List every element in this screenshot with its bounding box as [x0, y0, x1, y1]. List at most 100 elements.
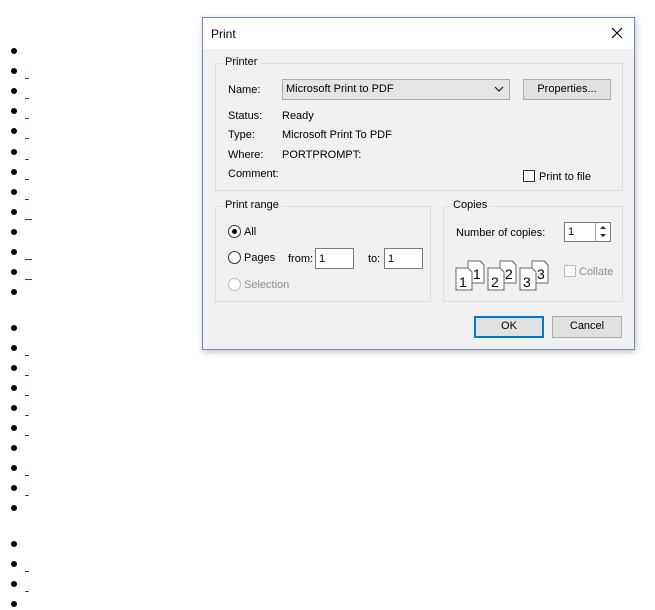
- dialog-title: Print: [211, 27, 236, 41]
- list-link[interactable]: [25, 375, 29, 376]
- status-label: Status:: [228, 110, 263, 122]
- to-input[interactable]: [385, 249, 422, 268]
- bullet: [11, 425, 17, 431]
- all-radio[interactable]: [228, 225, 241, 238]
- bullet: [11, 209, 17, 215]
- collate-page-number: 3: [537, 266, 545, 282]
- page-pair-3: 3 3: [519, 260, 549, 291]
- list-link[interactable]: [25, 259, 32, 260]
- list-link[interactable]: [25, 138, 29, 139]
- bullet: [11, 385, 17, 391]
- ok-button[interactable]: OK: [474, 316, 544, 338]
- where-label: Where:: [228, 149, 264, 161]
- bullet: [11, 505, 17, 511]
- collate-page-number: 2: [505, 266, 513, 282]
- spin-up-icon[interactable]: [596, 223, 610, 232]
- page-pair-1: 1 1: [455, 260, 485, 291]
- list-link[interactable]: [25, 395, 29, 396]
- copies-spinner[interactable]: [564, 222, 611, 242]
- bullet: [11, 48, 17, 54]
- printer-name-value: Microsoft Print to PDF: [286, 83, 394, 95]
- print-range-legend: Print range: [222, 199, 282, 211]
- to-label: to:: [368, 253, 381, 265]
- to-field[interactable]: [384, 248, 423, 269]
- list-link[interactable]: [25, 219, 32, 220]
- name-label: Name:: [228, 84, 261, 96]
- bullet: [11, 465, 17, 471]
- list-link[interactable]: [25, 179, 29, 180]
- selection-label[interactable]: Selection: [244, 279, 289, 291]
- bullet: [11, 169, 17, 175]
- list-link[interactable]: [25, 199, 29, 200]
- all-label[interactable]: All: [244, 226, 256, 238]
- comment-label: Comment:: [228, 168, 279, 180]
- printer-name-select[interactable]: Microsoft Print to PDF: [282, 79, 510, 100]
- bullet: [11, 108, 17, 114]
- list-link[interactable]: [25, 495, 29, 496]
- copies-legend: Copies: [450, 199, 491, 211]
- bullet: [11, 128, 17, 134]
- list-link[interactable]: [25, 78, 29, 79]
- copies-input[interactable]: [565, 223, 597, 241]
- printer-group: Printer Name: Microsoft Print to PDF Pro…: [215, 56, 623, 191]
- spin-down-icon[interactable]: [596, 232, 610, 241]
- list-link[interactable]: [25, 435, 29, 436]
- collate-checkbox[interactable]: [564, 265, 576, 277]
- bullet: [11, 541, 17, 547]
- bullet: [11, 405, 17, 411]
- collate-page-number: 2: [491, 274, 499, 290]
- bullet: [11, 289, 17, 295]
- list-link[interactable]: [25, 571, 29, 572]
- page-pair-2: 2 2: [487, 260, 517, 291]
- number-of-copies-label: Number of copies:: [456, 227, 546, 239]
- bullet: [11, 249, 17, 255]
- cancel-button[interactable]: Cancel: [552, 316, 622, 338]
- bullet: [11, 229, 17, 235]
- close-icon: [611, 27, 623, 39]
- type-label: Type:: [228, 129, 255, 141]
- bullet: [11, 88, 17, 94]
- bullet: [11, 345, 17, 351]
- from-input[interactable]: [316, 249, 353, 268]
- pages-radio[interactable]: [228, 251, 241, 264]
- bullet: [11, 269, 17, 275]
- collate-page-number: 1: [473, 266, 481, 282]
- collate-pages-icon: 1 1 2 2 3 3: [455, 260, 549, 291]
- list-link[interactable]: [25, 415, 29, 416]
- bullet: [11, 581, 17, 587]
- properties-button[interactable]: Properties...: [523, 79, 611, 100]
- list-link[interactable]: [25, 475, 29, 476]
- printer-legend: Printer: [222, 56, 261, 68]
- print-to-file-label[interactable]: Print to file: [539, 171, 591, 183]
- bullet: [11, 445, 17, 451]
- list-link[interactable]: [25, 159, 29, 160]
- from-field[interactable]: [315, 248, 354, 269]
- list-link[interactable]: [25, 118, 29, 119]
- collate-page-number: 3: [523, 274, 531, 290]
- print-dialog: Print Printer Name: Microsoft Print to P…: [202, 17, 635, 350]
- from-label: from:: [288, 253, 314, 265]
- title-bar[interactable]: Print: [203, 18, 634, 49]
- background-bullet-list: [0, 0, 200, 610]
- collate-label[interactable]: Collate: [579, 266, 613, 278]
- chevron-down-icon: [494, 86, 504, 92]
- selection-radio[interactable]: [228, 278, 241, 291]
- copies-group: Copies Number of copies: 1 1 1 2 2 3 3 C…: [443, 199, 623, 302]
- list-link[interactable]: [25, 355, 29, 356]
- list-link[interactable]: [25, 591, 29, 592]
- bullet: [11, 485, 17, 491]
- spinner-buttons: [595, 223, 610, 241]
- bullet: [11, 149, 17, 155]
- bullet: [11, 189, 17, 195]
- bullet: [11, 365, 17, 371]
- status-value: Ready: [282, 110, 314, 122]
- list-link[interactable]: [25, 98, 29, 99]
- list-link[interactable]: [25, 279, 32, 280]
- type-value: Microsoft Print To PDF: [282, 129, 392, 141]
- close-button[interactable]: [600, 18, 634, 49]
- print-range-group: Print range All Pages from: to: Selectio…: [215, 199, 431, 302]
- print-to-file-checkbox[interactable]: [523, 170, 535, 182]
- collate-page-number: 1: [459, 274, 467, 290]
- bullet: [11, 68, 17, 74]
- pages-label[interactable]: Pages: [244, 252, 275, 264]
